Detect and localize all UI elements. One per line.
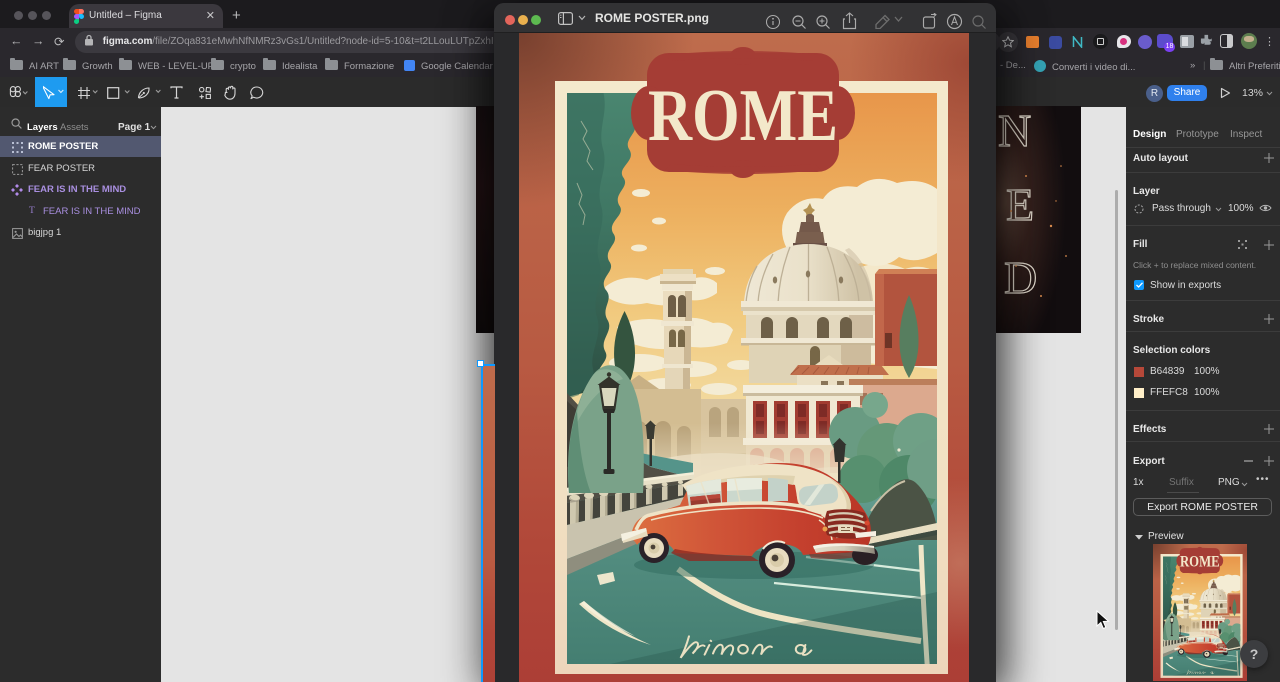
svg-text:N: N — [998, 106, 1031, 156]
svg-text:D: D — [1004, 252, 1037, 303]
svg-text:E: E — [1006, 179, 1034, 230]
